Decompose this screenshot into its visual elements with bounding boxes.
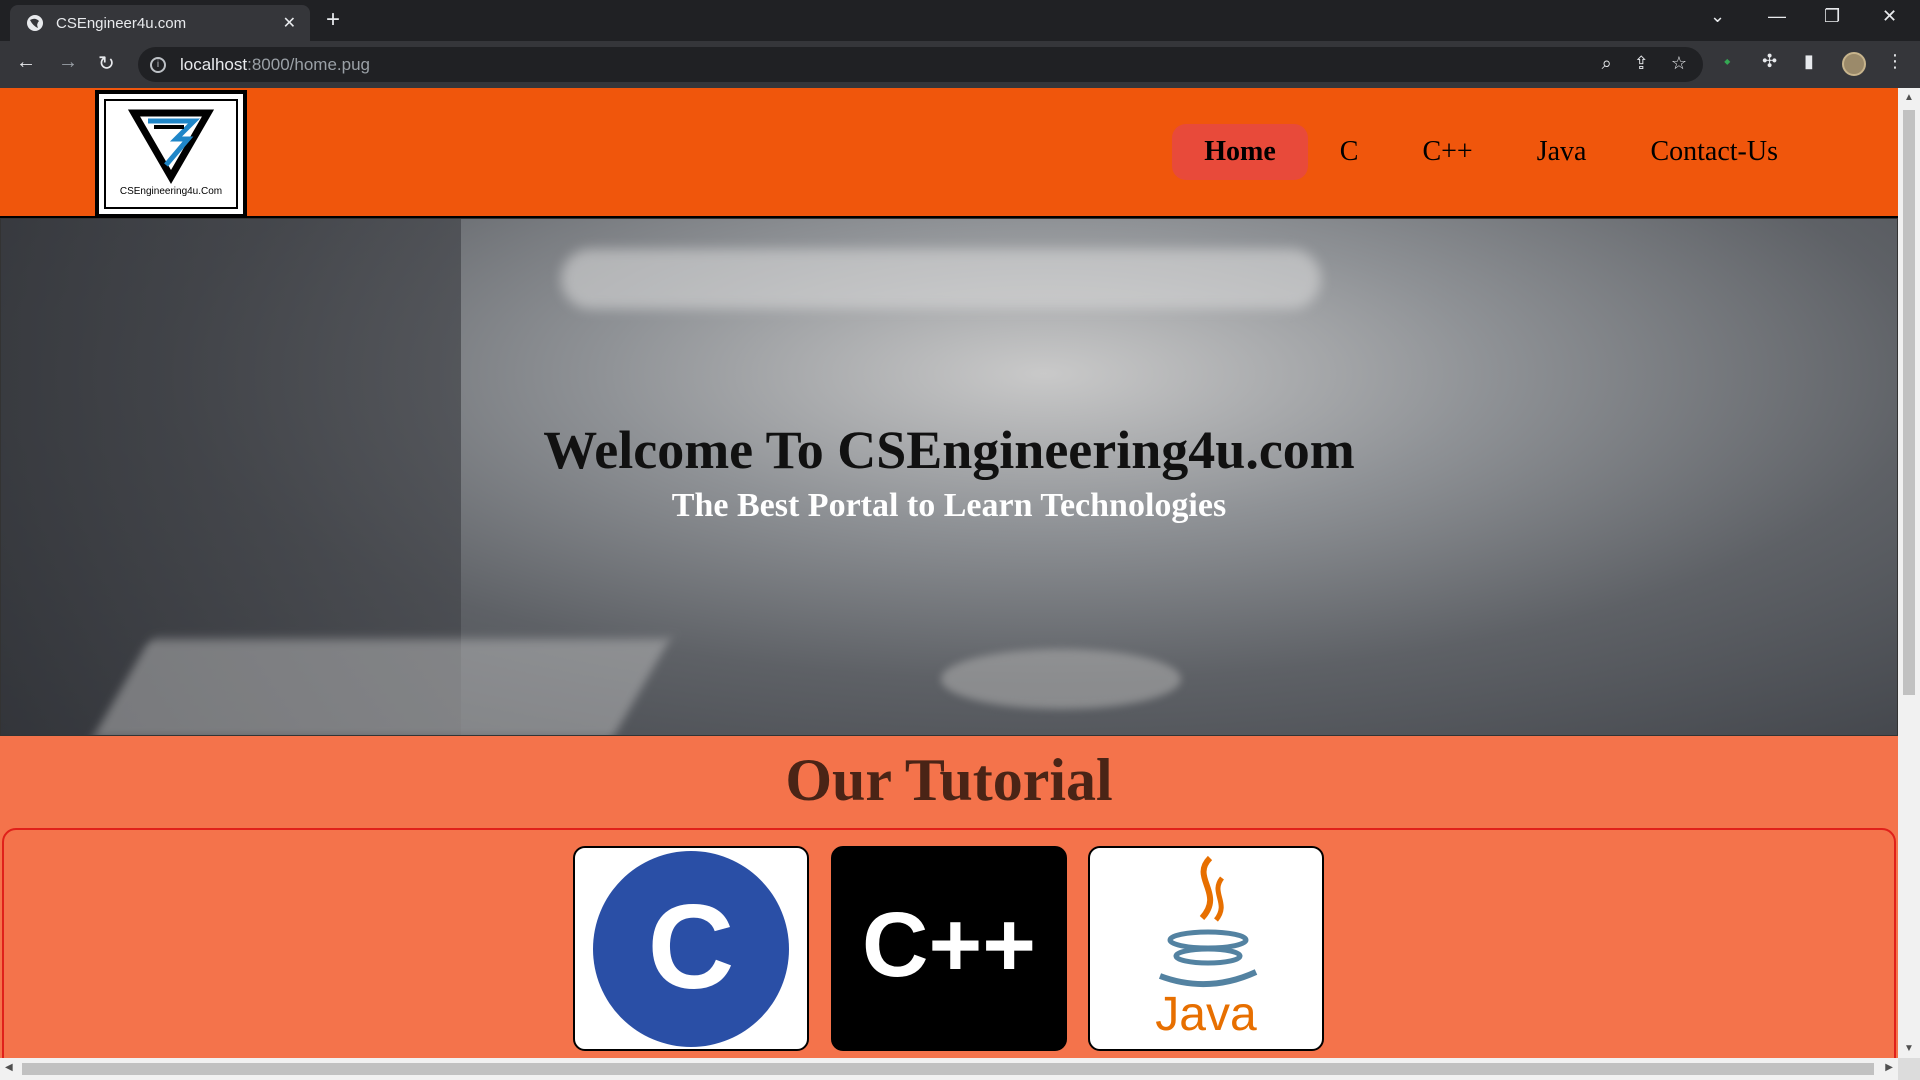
vertical-scrollbar[interactable]: ▲ ▼ xyxy=(1898,88,1920,1058)
back-button[interactable]: ← xyxy=(16,51,36,74)
share-icon[interactable]: ⇪ xyxy=(1634,53,1649,74)
forward-button[interactable]: → xyxy=(58,51,78,74)
profile-avatar[interactable] xyxy=(1842,52,1866,76)
url-text[interactable]: localhost:8000/home.pug xyxy=(180,55,370,75)
scroll-down-arrow-icon[interactable]: ▼ xyxy=(1904,1043,1914,1054)
new-tab-button[interactable]: + xyxy=(326,6,340,34)
close-window-button[interactable]: ✕ xyxy=(1882,6,1897,27)
browser-toolbar: ← → ↻ i localhost:8000/home.pug ⌕ ⇪ ☆ ⬩ … xyxy=(0,41,1920,88)
tutorial-heading: Our Tutorial xyxy=(785,747,1113,813)
tab-title: CSEngineer4u.com xyxy=(56,14,187,32)
site-logo[interactable]: CSEngineering4u.Com xyxy=(95,90,247,218)
horizontal-scroll-thumb[interactable] xyxy=(22,1063,1874,1075)
side-panel-icon[interactable]: ▮ xyxy=(1804,51,1814,72)
reload-button[interactable]: ↻ xyxy=(98,51,115,76)
hero-subtitle: The Best Portal to Learn Technologies xyxy=(671,487,1227,524)
nav-java[interactable]: Java xyxy=(1505,124,1619,180)
zoom-icon[interactable]: ⌕ xyxy=(1602,53,1612,74)
svg-text:Java: Java xyxy=(1155,988,1257,1041)
vertical-scroll-thumb[interactable] xyxy=(1903,110,1915,695)
c-language-icon: C xyxy=(593,851,789,1047)
tab-search-chevron-icon[interactable]: ⌄ xyxy=(1710,6,1725,27)
horizontal-scrollbar[interactable]: ◀ ▶ xyxy=(0,1058,1898,1080)
restore-button[interactable]: ❐ xyxy=(1824,6,1840,27)
nav-cpp[interactable]: C++ xyxy=(1390,124,1504,180)
browser-menu-icon[interactable]: ⋮ xyxy=(1886,51,1904,72)
scroll-up-arrow-icon[interactable]: ▲ xyxy=(1904,92,1914,103)
main-nav: Home C C++ Java Contact-Us xyxy=(1172,124,1810,180)
svg-text:C: C xyxy=(648,880,735,1014)
logo-frame: CSEngineering4u.Com xyxy=(104,99,238,209)
hero-title: Welcome To CSEngineering4u.com xyxy=(543,420,1355,480)
card-cpp[interactable]: C++ xyxy=(831,846,1067,1051)
logo-text: CSEngineering4u.Com xyxy=(119,186,223,197)
nav-home[interactable]: Home xyxy=(1172,124,1308,180)
hero-banner: Welcome To CSEngineering4u.com The Best … xyxy=(0,218,1898,736)
browser-tab-strip: CSEngineer4u.com ✕ + ⌄ — ❐ ✕ xyxy=(0,0,1920,41)
extensions-puzzle-icon[interactable]: ✣ xyxy=(1762,51,1777,72)
minimize-button[interactable]: — xyxy=(1768,6,1786,27)
globe-icon xyxy=(27,15,43,31)
scrollbar-corner xyxy=(1898,1058,1920,1080)
page-viewport: CSEngineering4u.Com Home C C++ Java Cont… xyxy=(0,88,1898,1058)
address-bar[interactable]: i localhost:8000/home.pug ⌕ ⇪ ☆ xyxy=(138,47,1703,82)
scroll-left-arrow-icon[interactable]: ◀ xyxy=(5,1062,13,1073)
java-coffee-icon: Java xyxy=(1155,855,1258,1041)
cpp-language-icon: C++ xyxy=(862,894,1036,996)
site-info-icon[interactable]: i xyxy=(150,56,166,73)
extension-status-icon[interactable]: ⬩ xyxy=(1724,51,1730,72)
nav-c[interactable]: C xyxy=(1308,124,1391,180)
card-java[interactable]: Java xyxy=(1088,846,1324,1051)
site-header: CSEngineering4u.Com Home C C++ Java Cont… xyxy=(0,88,1898,218)
cs-logo-icon xyxy=(127,109,215,184)
bookmark-star-icon[interactable]: ☆ xyxy=(1671,53,1687,74)
svg-text:C++: C++ xyxy=(862,894,1036,996)
browser-tab[interactable]: CSEngineer4u.com ✕ xyxy=(10,5,310,41)
scroll-right-arrow-icon[interactable]: ▶ xyxy=(1885,1062,1893,1073)
close-tab-icon[interactable]: ✕ xyxy=(283,13,296,33)
nav-contact-us[interactable]: Contact-Us xyxy=(1618,124,1810,180)
card-c[interactable]: C xyxy=(573,846,809,1051)
